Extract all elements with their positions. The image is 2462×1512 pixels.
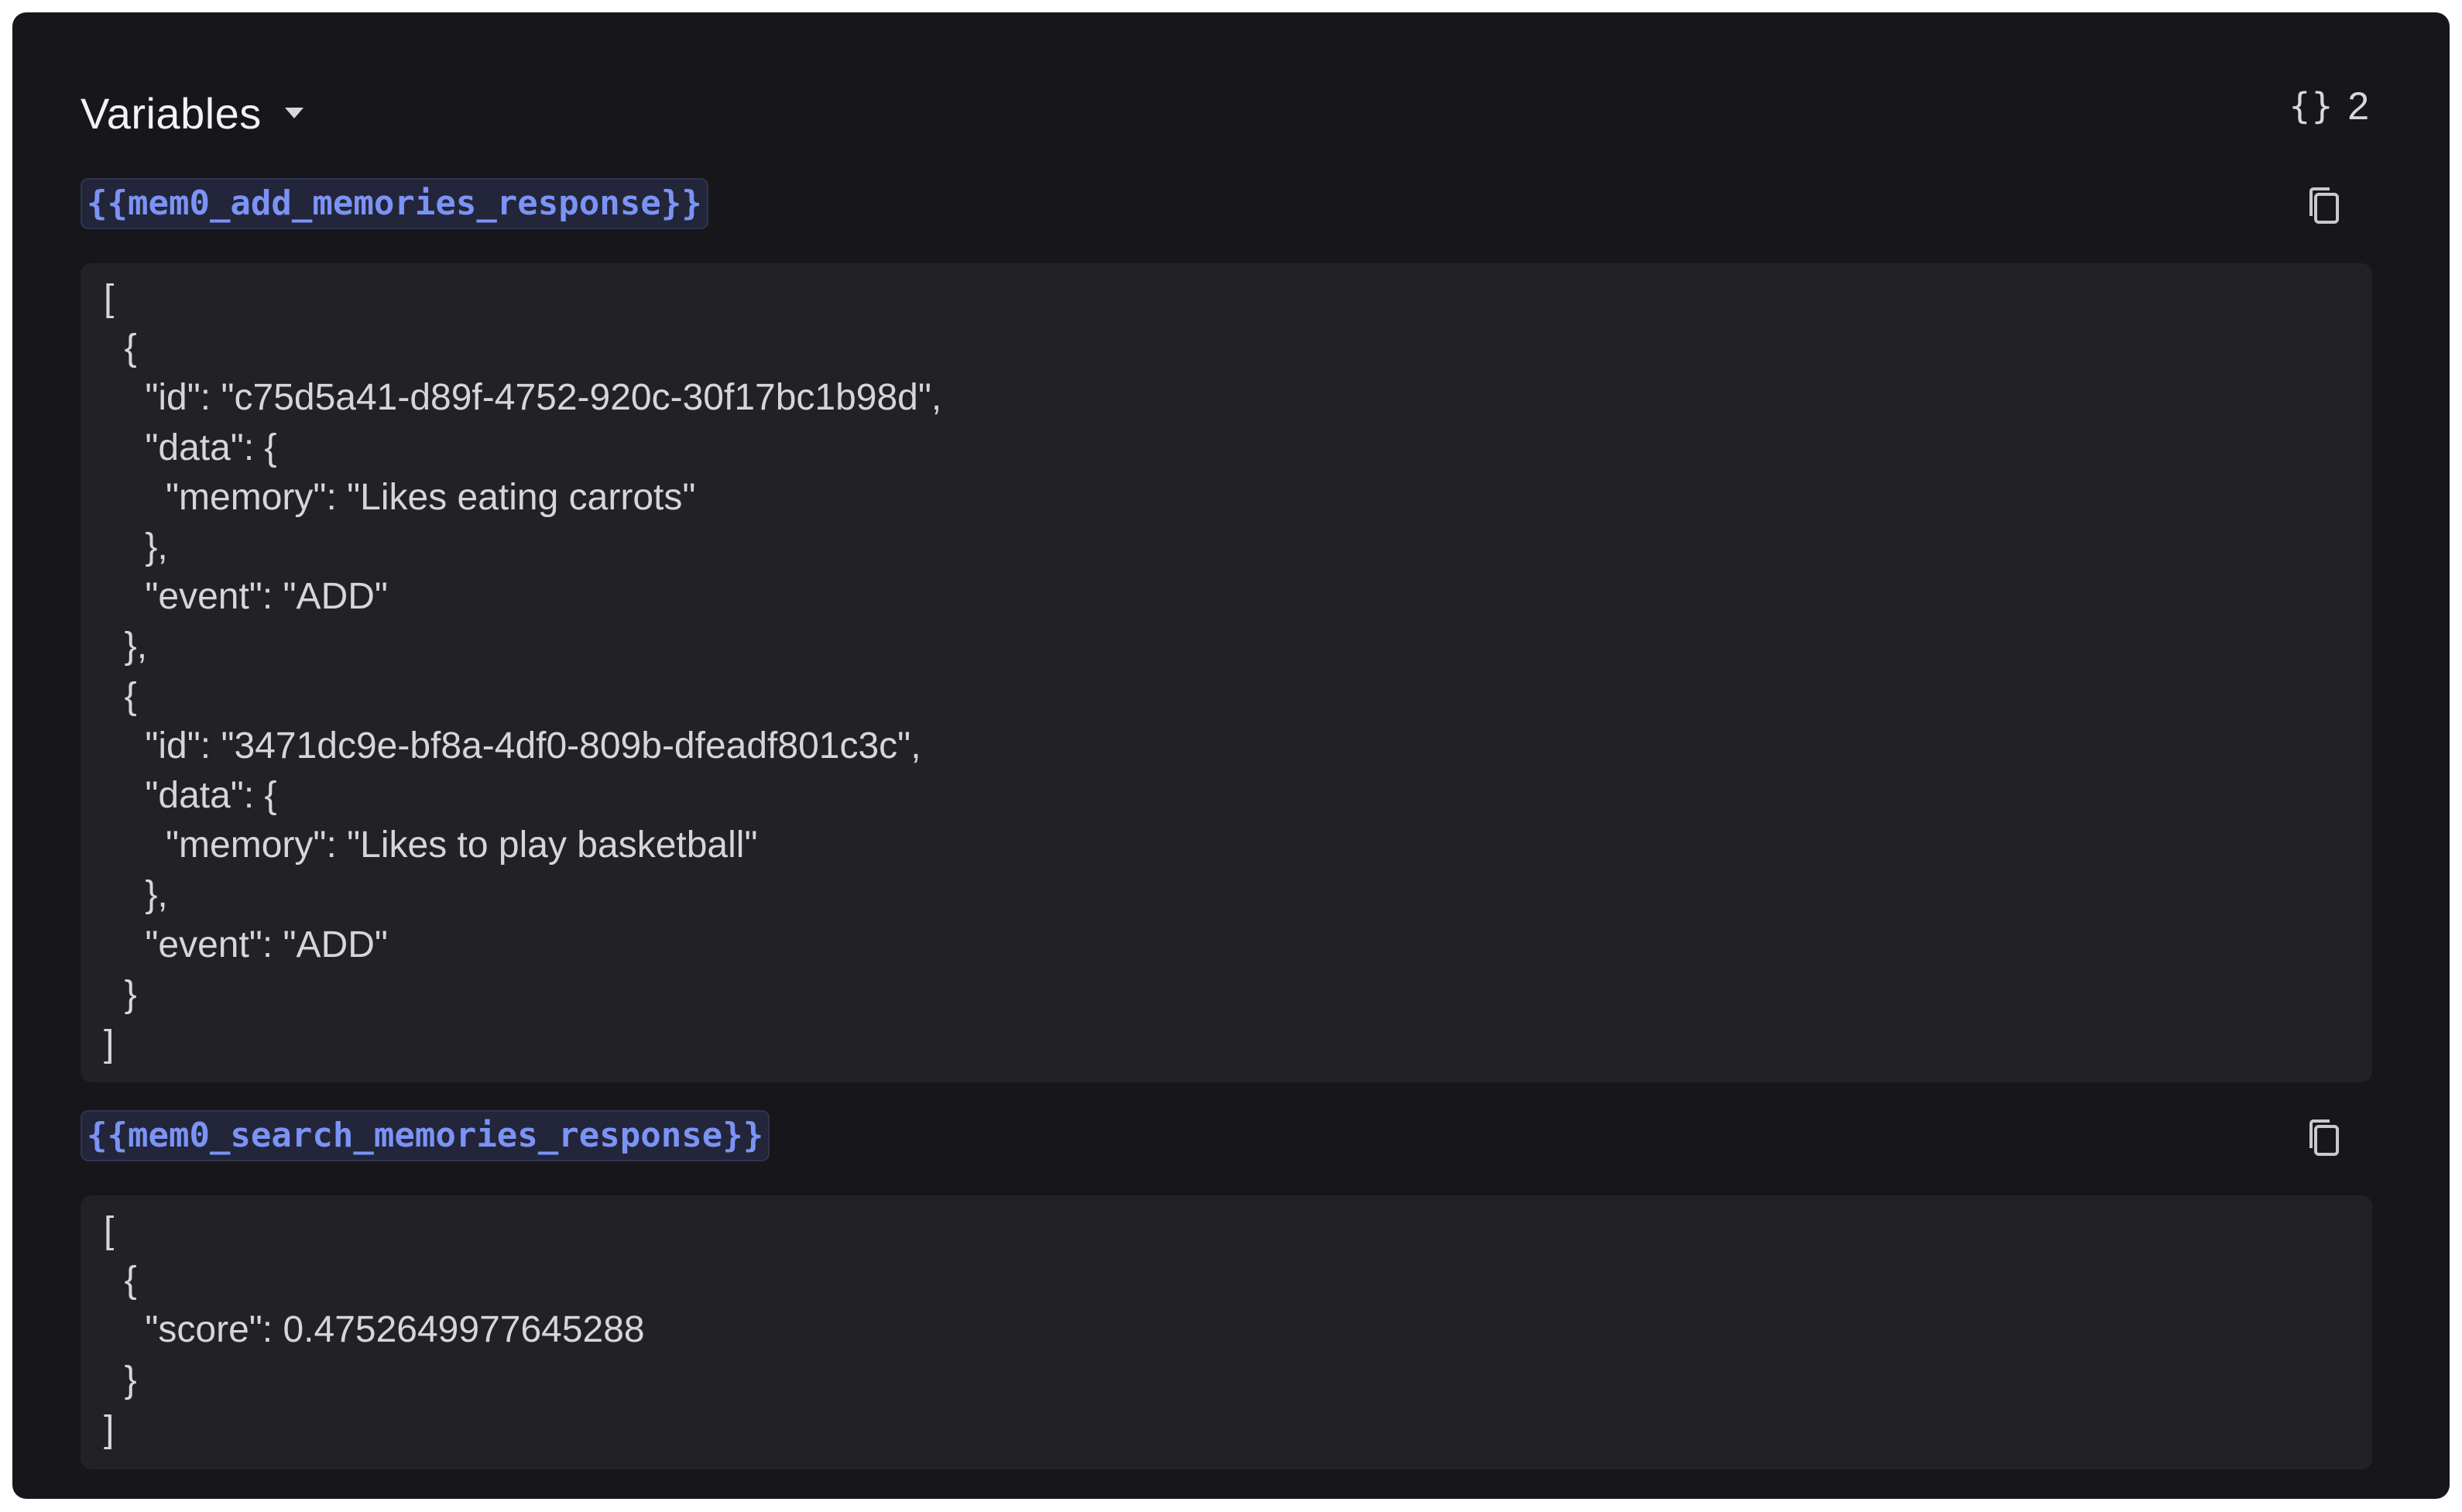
variable-value: [ { "score": 0.4752649977645288 } ]: [104, 1210, 645, 1450]
variable-name[interactable]: {{mem0_add_memories_response}}: [81, 178, 708, 229]
variable-value-box: [ { "id": "c75d5a41-d89f-4752-920c-30f17…: [81, 263, 2372, 1082]
variables-panel: Variables {} 2 {{mem0_add_memories_respo…: [12, 12, 2450, 1499]
variable-count: {} 2: [2289, 84, 2369, 129]
variable-value: [ { "id": "c75d5a41-d89f-4752-920c-30f17…: [104, 278, 942, 1065]
variable-item: {{mem0_search_memories_response}} [ { "s…: [81, 1110, 2372, 1474]
copy-button[interactable]: [2299, 181, 2349, 231]
variable-name[interactable]: {{mem0_search_memories_response}}: [81, 1110, 770, 1161]
variables-header[interactable]: Variables: [81, 81, 303, 146]
copy-button[interactable]: [2299, 1113, 2349, 1163]
variable-item: {{mem0_add_memories_response}} [ { "id":…: [81, 178, 2372, 1082]
caret-down-icon[interactable]: [284, 108, 303, 118]
copy-icon: [2309, 187, 2339, 224]
braces-icon: {}: [2288, 85, 2334, 127]
copy-icon: [2309, 1119, 2339, 1156]
variables-title: Variables: [81, 88, 262, 138]
variable-count-value: 2: [2347, 84, 2369, 128]
variable-value-box: [ { "score": 0.4752649977645288 } ]: [81, 1195, 2372, 1469]
